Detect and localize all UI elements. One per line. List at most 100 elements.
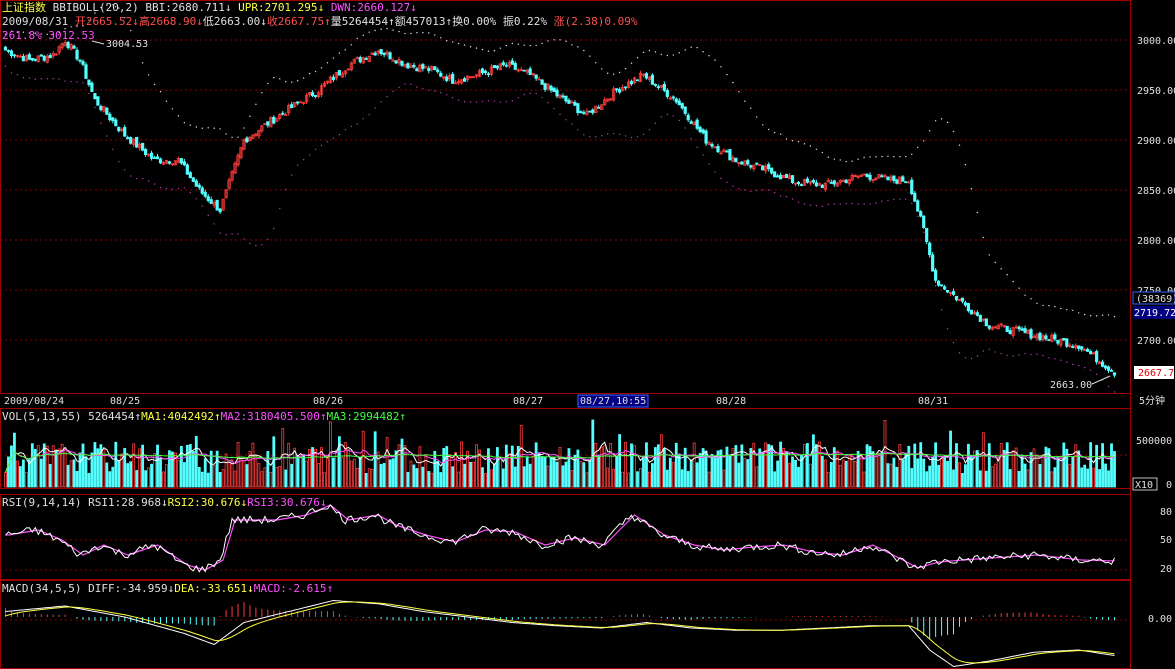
candle-body <box>313 95 318 97</box>
volume-bar <box>794 459 797 488</box>
candle-body <box>1071 346 1075 348</box>
volume-bar <box>108 471 112 488</box>
volume-bar <box>561 465 565 488</box>
volume-bar <box>934 442 938 488</box>
volume-bar <box>743 457 747 488</box>
candle-body <box>206 196 210 201</box>
rsi1-arrow: ↓ <box>160 496 168 509</box>
volume-bar <box>984 470 988 488</box>
bbiboll-lower-dot <box>708 163 710 165</box>
volume-bar <box>233 470 237 488</box>
bbiboll-upper-dot <box>404 32 406 35</box>
bbiboll-upper-dot <box>505 44 508 47</box>
candle-body <box>966 302 971 312</box>
bbiboll-lower-dot <box>505 101 508 103</box>
volume-bar <box>129 461 133 488</box>
volume-bar <box>382 462 386 488</box>
bbiboll-upper-dot <box>714 59 716 61</box>
bbiboll-lower-dot <box>398 86 400 89</box>
bbiboll-lower-dot <box>499 101 502 103</box>
volume-bar <box>475 444 478 488</box>
volume-bar <box>651 463 654 488</box>
bbiboll-lower-dot <box>726 181 728 183</box>
candle-body <box>939 284 944 287</box>
rsi-label[interactable]: RSI(9,14,14) <box>2 496 81 509</box>
bbiboll-upper-dot <box>141 62 144 64</box>
macd-label[interactable]: MACD(34,5,5) <box>2 582 81 595</box>
volume-bar <box>949 430 952 488</box>
volume-bar <box>406 471 410 488</box>
volume-bar <box>144 470 148 488</box>
bbiboll-upper-dot <box>1018 287 1020 289</box>
bbiboll-lower-dot <box>207 214 209 217</box>
candle-body <box>680 103 684 109</box>
volume-bar <box>981 432 985 488</box>
bbiboll-lower-dot <box>833 203 835 205</box>
volume-bar <box>886 463 890 488</box>
candle-body <box>832 180 836 185</box>
bbiboll-upper-dot <box>851 160 853 162</box>
candle-body <box>463 78 467 82</box>
bbiboll-upper-dot <box>940 118 943 120</box>
volume-bar <box>370 469 374 488</box>
bbiboll-lower-dot <box>738 188 740 190</box>
candle-body <box>492 65 497 69</box>
volume-bar <box>722 469 726 488</box>
bbiboll-lower-dot <box>767 189 770 191</box>
bbiboll-upper-dot <box>857 158 859 160</box>
quote-header: 2009/08/31 开2665.52↓高2668.90↓低2663.00↓收2… <box>2 15 638 28</box>
bbiboll-upper-dot <box>589 55 591 57</box>
period-label[interactable]: 5分钟 <box>1139 394 1165 407</box>
bbiboll-upper-dot <box>785 138 788 140</box>
vol-label[interactable]: VOL(5,13,55) <box>2 410 81 423</box>
indicator-name[interactable]: BBIBOLL(20,2) <box>53 1 139 14</box>
macd-diff-line <box>5 599 1115 668</box>
volume-bar <box>373 431 377 488</box>
price-tick-2900: 2900.00 <box>1137 136 1175 147</box>
candle-body <box>746 160 750 165</box>
volume-bar <box>197 467 201 488</box>
bbiboll-upper-dot <box>189 124 192 126</box>
stock-chart[interactable]: 3000.00 2950.00 2900.00 2850.00 2800.00 … <box>0 0 1175 669</box>
candle-body <box>904 181 908 184</box>
volume-bar <box>182 462 186 488</box>
volume-bar <box>36 445 40 488</box>
candle-body <box>978 315 982 322</box>
bbiboll-upper-dot <box>308 72 311 75</box>
candle-body <box>141 142 145 151</box>
bbiboll-upper-dot <box>183 122 186 124</box>
bbiboll-lower-dot <box>642 133 645 136</box>
vol-multiplier: X10 <box>1135 480 1153 491</box>
volume-bar <box>513 466 517 488</box>
candle-body <box>48 55 52 59</box>
bbiboll-lower-dot <box>857 203 859 205</box>
volume-bar <box>1011 450 1015 488</box>
bbiboll-lower-dot <box>1107 385 1110 388</box>
bbiboll-upper-dot <box>881 155 883 158</box>
candle-body <box>960 297 965 302</box>
bbiboll-lower-dot <box>1006 354 1008 356</box>
volume-bar <box>66 464 70 488</box>
bbiboll-lower-dot <box>559 113 561 116</box>
bbiboll-lower-dot <box>624 135 627 137</box>
volume-bar <box>400 438 404 488</box>
bbiboll-lower-dot <box>130 175 132 177</box>
bbiboll-lower-dot <box>756 189 758 192</box>
date-label-0824: 2009/08/24 <box>4 396 64 407</box>
volume-bar <box>546 465 550 488</box>
bbiboll-lower-dot <box>171 188 174 190</box>
bbiboll-lower-dot <box>523 93 525 96</box>
bbiboll-lower-dot <box>911 202 913 205</box>
volume-bar <box>111 466 115 488</box>
candle-body <box>400 61 404 66</box>
candle-body <box>650 74 655 85</box>
bbiboll-upper-dot <box>499 47 502 49</box>
bbiboll-upper-dot <box>1101 314 1104 316</box>
bbiboll-lower-dot <box>666 113 669 116</box>
candle-body <box>901 176 905 182</box>
volume-bar <box>543 456 547 488</box>
volume-bar <box>892 457 896 488</box>
candlestick-series[interactable] <box>3 40 1117 378</box>
candle-body <box>406 63 410 69</box>
volume-bar <box>266 451 270 488</box>
